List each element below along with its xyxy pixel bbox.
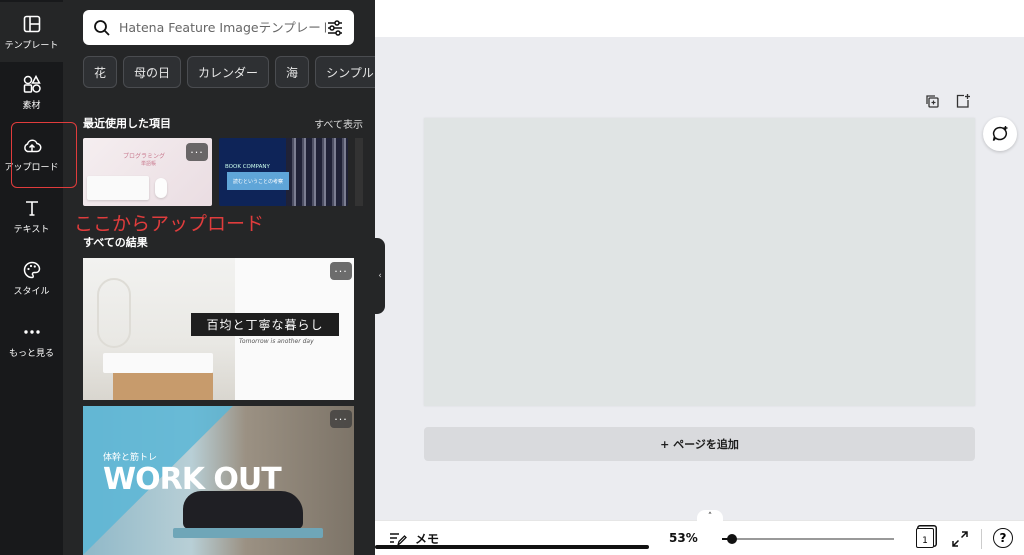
text-icon: [25, 200, 38, 216]
template-banner: 百均と丁寧な暮らし: [191, 313, 339, 336]
recent-thumb-book[interactable]: BOOK COMPANY 読むということの考察: [219, 138, 348, 206]
template-icon: [23, 15, 40, 32]
thumb-title: プログラミング: [123, 153, 166, 160]
upload-annotation-text: ここからアップロード: [74, 213, 265, 235]
rail-item-more[interactable]: もっと見る: [0, 310, 63, 370]
rail-label: 素材: [22, 100, 41, 111]
cabinet-image: [113, 373, 213, 400]
thumb-company: BOOK COMPANY: [225, 164, 270, 170]
top-bar: [375, 0, 1024, 37]
more-options-button[interactable]: ···: [330, 410, 352, 428]
duplicate-page-icon[interactable]: [924, 93, 940, 109]
rail-label: テンプレート: [4, 40, 59, 51]
results-title: すべての結果: [83, 236, 148, 249]
result-template-bathroom[interactable]: 百均と丁寧な暮らし Tomorrow is another day ···: [83, 258, 354, 400]
search-input[interactable]: [119, 20, 326, 35]
bottom-bar: メモ ˄ 53% 1 ?: [375, 510, 1024, 555]
bookshelf-image: [286, 138, 348, 206]
fullscreen-icon[interactable]: [951, 530, 969, 548]
chip[interactable]: 母の日: [123, 56, 182, 88]
more-options-button[interactable]: ···: [186, 143, 208, 161]
rail-item-text[interactable]: テキスト: [0, 186, 63, 246]
result-template-workout[interactable]: 体幹と筋トレ WORK OUT ···: [83, 406, 354, 555]
thumb-caption: 読むということの考察: [227, 172, 289, 190]
templates-panel: 花 母の日 カレンダー 海 シンプル › 最近使用した項目 すべて表示 プログラ…: [63, 0, 375, 555]
recent-title: 最近使用した項目: [83, 117, 171, 130]
template-script: Tomorrow is another day: [239, 338, 314, 345]
chip[interactable]: カレンダー: [187, 56, 270, 88]
search-icon: [94, 19, 110, 36]
comment-plus-icon: [992, 126, 1008, 141]
add-comment-button[interactable]: [983, 117, 1017, 151]
panel-collapse-button[interactable]: ‹: [375, 238, 385, 314]
add-page-icon[interactable]: [955, 93, 971, 109]
rail-item-templates[interactable]: テンプレート: [0, 2, 63, 62]
help-button[interactable]: ?: [993, 528, 1013, 548]
mirror-image: [97, 278, 131, 348]
filter-icon[interactable]: [326, 19, 344, 37]
chevron-left-icon: ‹: [378, 271, 382, 281]
suggestion-chips: 花 母の日 カレンダー 海 シンプル ›: [83, 56, 375, 88]
chip[interactable]: シンプル: [315, 56, 375, 88]
rail-item-style[interactable]: スタイル: [0, 248, 63, 308]
page-view-toggle[interactable]: ˄: [697, 510, 723, 524]
chevron-up-icon: ˄: [707, 512, 713, 522]
chip[interactable]: 海: [275, 56, 310, 88]
cloud-upload-icon: [23, 139, 41, 152]
recent-thumb-partial[interactable]: [355, 138, 363, 206]
rail-label: もっと見る: [8, 348, 54, 359]
elements-icon: [23, 74, 41, 93]
keyboard-image: [87, 176, 149, 200]
mouse-image: [155, 178, 167, 198]
more-dots-icon: [23, 329, 40, 334]
recent-thumb-programming[interactable]: プログラミング 単語帳 ···: [83, 138, 212, 206]
rail-item-elements[interactable]: 素材: [0, 62, 63, 122]
horizontal-scrollbar[interactable]: [375, 545, 649, 549]
page-indicator-button[interactable]: 1: [916, 528, 934, 548]
sink-image: [103, 353, 213, 373]
rail-label: テキスト: [13, 224, 50, 235]
template-title: WORK OUT: [103, 462, 282, 497]
recent-next-button[interactable]: ›: [369, 158, 375, 186]
rail-label: スタイル: [13, 286, 50, 297]
design-canvas[interactable]: [424, 118, 975, 406]
mat-image: [173, 528, 323, 538]
search-box[interactable]: [83, 10, 354, 45]
rail-item-upload[interactable]: アップロード: [0, 124, 63, 184]
zoom-slider-handle[interactable]: [727, 534, 738, 544]
add-page-button[interactable]: + ページを追加: [424, 427, 975, 461]
more-options-button[interactable]: ···: [330, 262, 352, 280]
left-rail: テンプレート 素材 アップロード テキスト スタイル もっと見る: [0, 0, 63, 555]
rail-label: アップロード: [4, 162, 59, 173]
see-all-link[interactable]: すべて表示: [314, 116, 363, 131]
zoom-level[interactable]: 53%: [669, 531, 698, 545]
thumb-subtitle: 単語帳: [141, 161, 157, 167]
chip[interactable]: 花: [83, 56, 118, 88]
palette-icon: [23, 261, 40, 278]
zoom-slider[interactable]: [722, 538, 894, 540]
divider: [981, 529, 982, 549]
